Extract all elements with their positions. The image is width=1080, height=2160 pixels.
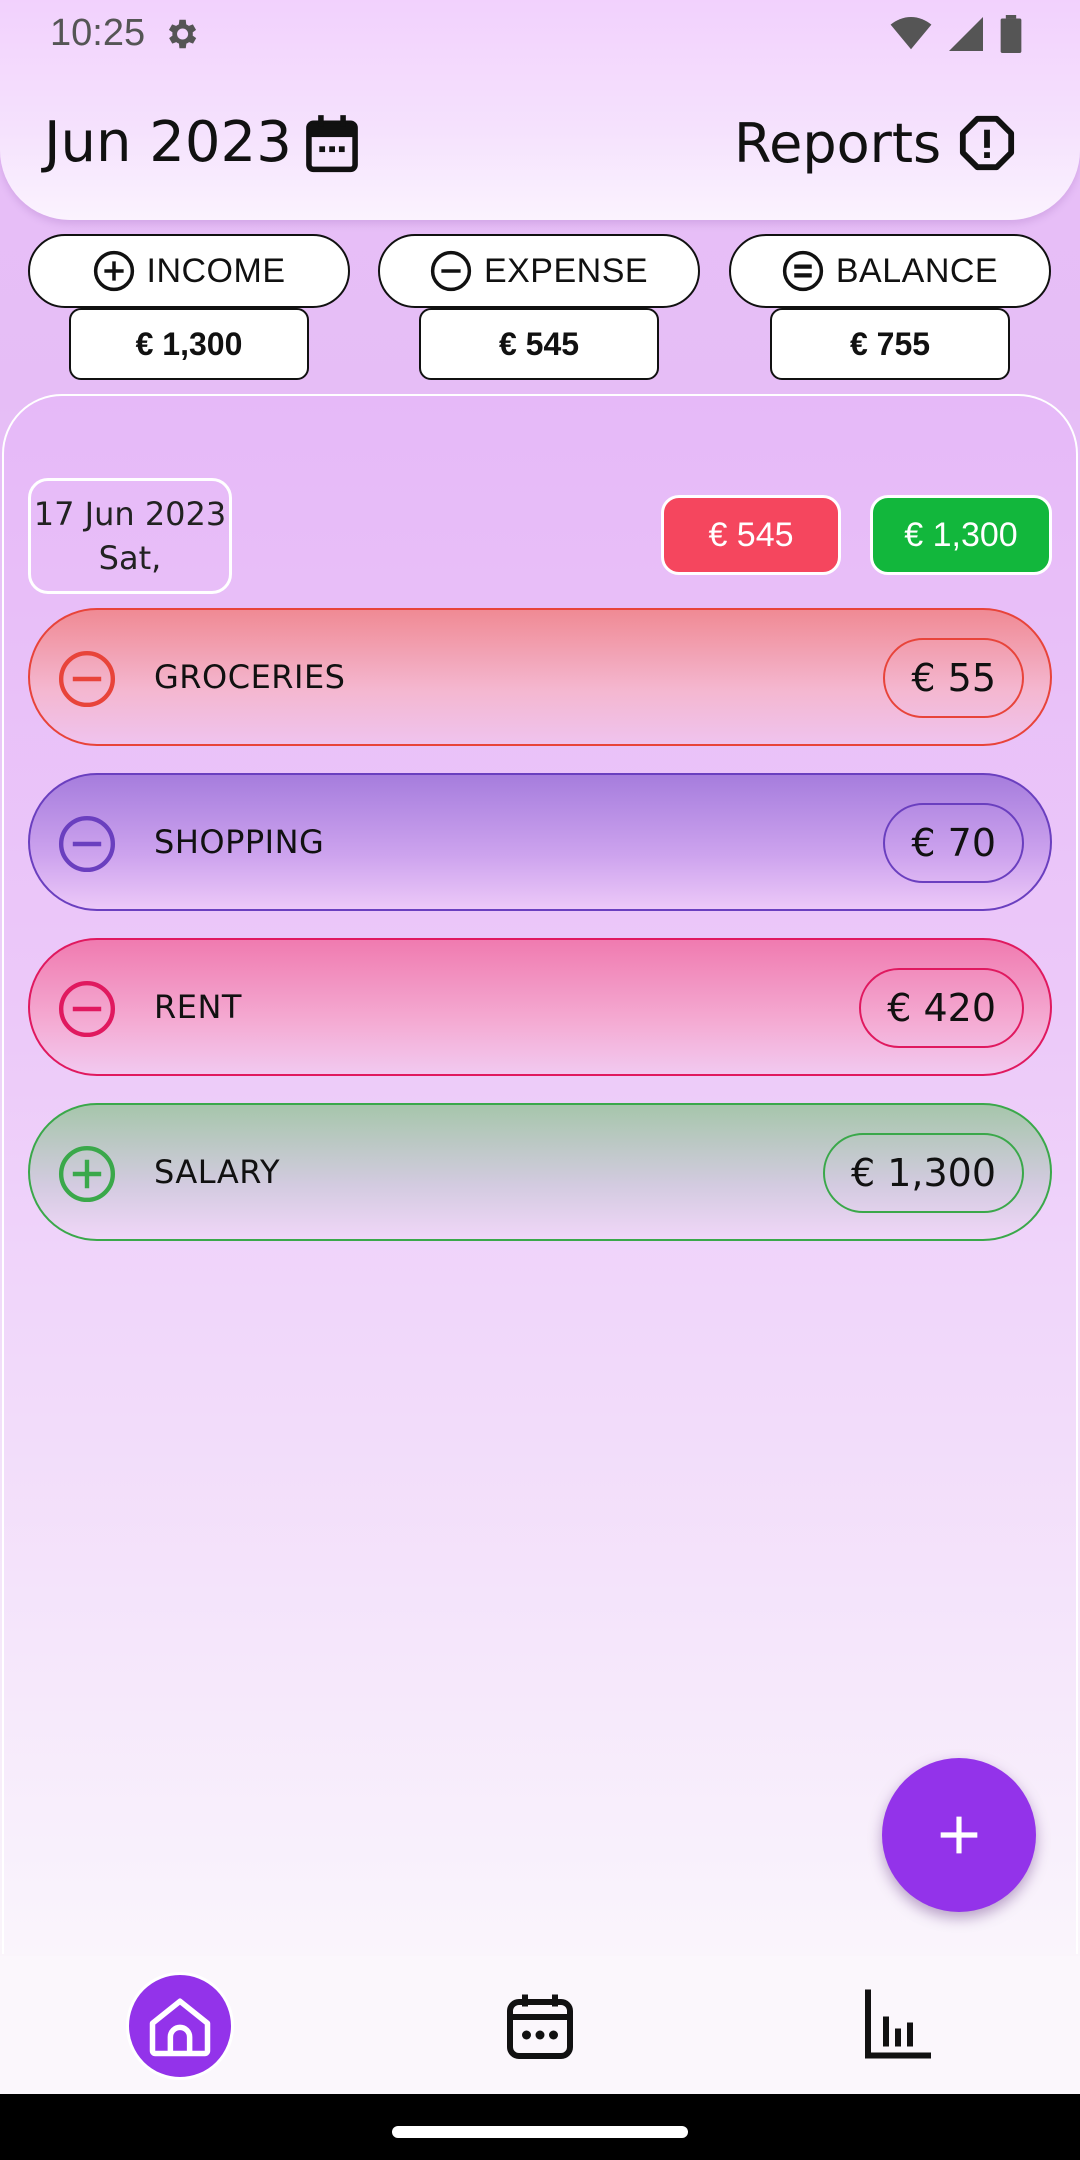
transaction-amount: € 420 bbox=[859, 968, 1024, 1048]
bottom-navigation bbox=[0, 1956, 1080, 2094]
transaction-item[interactable]: RENT € 420 bbox=[28, 938, 1052, 1076]
income-total: € 1,300 bbox=[69, 308, 309, 380]
app-root: 10:25 Jun 2023 Reports INCOME EXPENSE BA… bbox=[0, 0, 1080, 2160]
home-icon bbox=[149, 1998, 211, 2057]
calendar-dots-icon[interactable] bbox=[504, 1990, 576, 2062]
transaction-item[interactable]: SHOPPING € 70 bbox=[28, 773, 1052, 911]
month-title[interactable]: Jun 2023 bbox=[44, 110, 292, 175]
transaction-amount: € 55 bbox=[883, 638, 1024, 718]
battery-icon bbox=[1000, 15, 1022, 53]
nav-home[interactable] bbox=[126, 1972, 234, 2080]
wifi-icon bbox=[890, 17, 932, 50]
plus-icon bbox=[940, 1816, 978, 1854]
bar-chart-icon[interactable] bbox=[862, 1986, 934, 2062]
income-filter-button[interactable]: INCOME bbox=[28, 234, 350, 308]
expense-total: € 545 bbox=[419, 308, 659, 380]
status-indicators bbox=[890, 14, 1022, 54]
plus-circle-icon bbox=[58, 1145, 116, 1203]
income-label: INCOME bbox=[146, 251, 286, 290]
top-header: 10:25 Jun 2023 Reports bbox=[0, 0, 1080, 220]
minus-circle-icon bbox=[58, 815, 116, 873]
equals-circle-icon bbox=[782, 250, 823, 292]
status-time: 10:25 bbox=[50, 12, 146, 54]
home-gesture-handle[interactable] bbox=[392, 2126, 688, 2138]
minus-circle-icon bbox=[58, 650, 116, 708]
transaction-amount: € 70 bbox=[883, 803, 1024, 883]
minus-circle-icon bbox=[58, 980, 116, 1038]
plus-circle-icon bbox=[93, 250, 134, 292]
transaction-label: GROCERIES bbox=[154, 658, 346, 696]
balance-filter-button[interactable]: BALANCE bbox=[729, 234, 1051, 308]
balance-label: BALANCE bbox=[835, 251, 999, 290]
day-expense-badge: € 545 bbox=[661, 495, 841, 575]
expense-filter-button[interactable]: EXPENSE bbox=[378, 234, 700, 308]
transaction-item[interactable]: GROCERIES € 55 bbox=[28, 608, 1052, 746]
expense-label: EXPENSE bbox=[483, 251, 649, 290]
transaction-label: SHOPPING bbox=[154, 823, 325, 861]
transaction-item[interactable]: SALARY € 1,300 bbox=[28, 1103, 1052, 1241]
reports-label[interactable]: Reports bbox=[734, 112, 941, 175]
status-bar: 10:25 bbox=[0, 0, 1080, 68]
minus-circle-icon bbox=[430, 250, 472, 292]
balance-total: € 755 bbox=[770, 308, 1010, 380]
day-date: 17 Jun 2023 bbox=[33, 495, 227, 533]
alert-octagon-icon[interactable] bbox=[958, 114, 1016, 172]
transaction-amount: € 1,300 bbox=[822, 1133, 1024, 1213]
day-weekday: Sat, bbox=[98, 539, 162, 577]
day-income-badge: € 1,300 bbox=[870, 495, 1052, 575]
transaction-label: SALARY bbox=[154, 1153, 280, 1191]
transaction-label: RENT bbox=[154, 988, 242, 1026]
day-date-box: 17 Jun 2023 Sat, bbox=[28, 478, 232, 594]
calendar-icon[interactable] bbox=[304, 114, 360, 174]
add-transaction-button[interactable] bbox=[882, 1758, 1036, 1912]
gear-icon bbox=[168, 19, 197, 49]
signal-icon bbox=[949, 17, 983, 51]
